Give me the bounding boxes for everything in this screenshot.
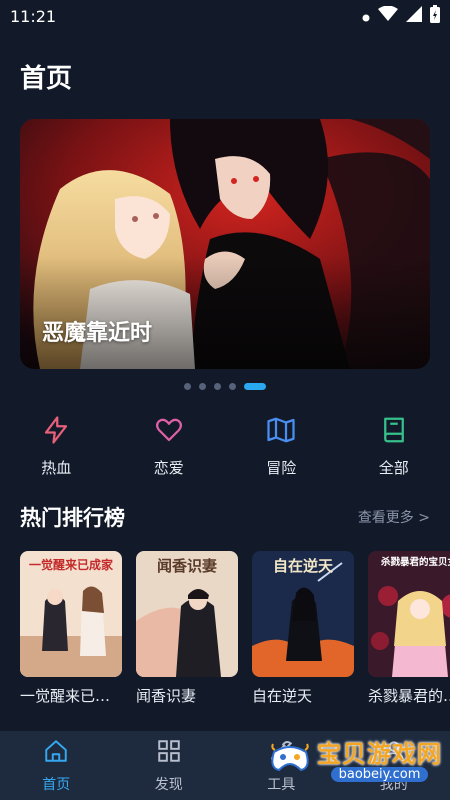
status-bar: 11:21 [0,0,450,32]
hot-ranking-header: 热门排行榜 查看更多 > [20,502,430,532]
book-card[interactable]: 自在逆天 自在逆天 [252,551,354,706]
category-romance[interactable]: 恋爱 [113,415,226,478]
carousel-dot-active[interactable] [244,383,266,390]
book-cover: 杀戮暴君的宝贝女 [368,551,450,677]
book-title: 一觉醒来已… [20,687,111,705]
notification-dot-icon [362,7,370,26]
category-label: 冒险 [266,459,297,477]
carousel-dot[interactable] [214,383,221,390]
grid-icon [156,738,182,768]
nav-label: 发现 [154,776,183,793]
book-card[interactable]: 一觉醒来已成家 一觉醒来已… [20,551,122,706]
carousel-indicator [0,383,450,390]
category-hot-blood[interactable]: 热血 [0,415,113,478]
nav-discover[interactable]: 发现 [113,731,226,800]
carousel-dot[interactable] [199,383,206,390]
book-cover: 闻香识妻 [136,551,238,677]
watermark-text: 宝贝游戏网 baobeiy.com [317,734,442,782]
map-icon [266,415,296,449]
nav-label: 首页 [42,776,71,793]
book-card[interactable]: 闻香识妻 闻香识妻 [136,551,238,706]
watermark-url: baobeiy.com [330,767,429,782]
book-icon [379,415,409,449]
book-title: 杀戮暴君的… [368,687,450,705]
status-time: 11:21 [10,6,57,26]
page-title: 首页 [20,64,73,94]
signal-icon [406,6,422,26]
featured-banner[interactable]: 恶魔靠近时 [20,119,430,369]
cover-title: 一觉醒来已成家 [29,557,114,572]
book-cover: 自在逆天 [252,551,354,677]
status-icons [362,5,440,27]
lightning-icon [41,415,71,449]
battery-charging-icon [430,5,440,27]
carousel-dot[interactable] [229,383,236,390]
watermark-main: 宝贝游戏网 [317,740,442,768]
wifi-icon [378,5,398,26]
gamepad-logo-icon [269,738,311,778]
section-title: 热门排行榜 [20,506,125,530]
book-card[interactable]: 杀戮暴君的宝贝女 杀戮暴君的… [368,551,450,706]
nav-home[interactable]: 首页 [0,731,113,800]
category-label: 全部 [378,459,409,477]
book-list: 一觉醒来已成家 一觉醒来已… 闻香识妻 闻香识妻 自在逆天 自在逆天 杀戮暴君的… [20,551,450,706]
category-label: 热血 [41,459,72,477]
book-title: 闻香识妻 [136,687,197,705]
heart-icon [154,415,184,449]
category-all[interactable]: 全部 [338,415,450,478]
cover-title: 自在逆天 [273,557,334,575]
see-more-link[interactable]: 查看更多 > [358,507,430,527]
cover-title: 闻香识妻 [157,557,217,575]
cover-title: 杀戮暴君的宝贝女 [381,556,450,568]
book-title: 自在逆天 [252,687,313,705]
watermark: 宝贝游戏网 baobeiy.com [269,734,442,782]
book-cover: 一觉醒来已成家 [20,551,122,677]
home-icon [43,738,69,768]
category-adventure[interactable]: 冒险 [225,415,338,478]
category-row: 热血 恋爱 冒险 全部 [0,415,450,478]
banner-title: 恶魔靠近时 [42,321,153,346]
carousel-dot[interactable] [184,383,191,390]
category-label: 恋爱 [153,459,184,477]
